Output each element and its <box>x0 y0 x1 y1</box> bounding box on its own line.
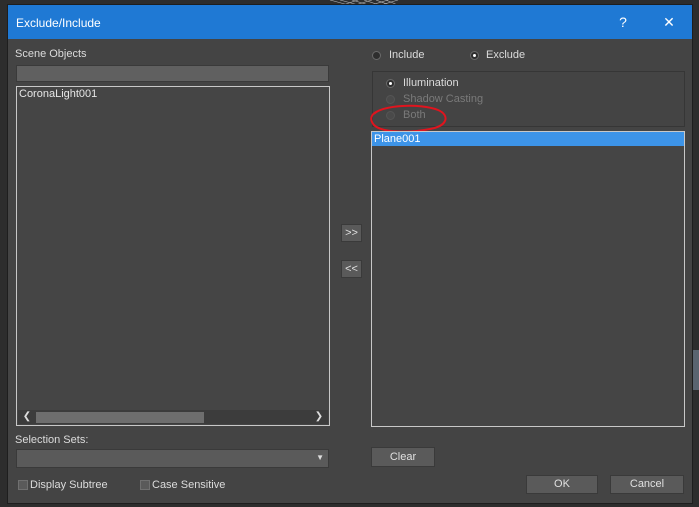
scene-objects-list[interactable]: CoronaLight001 ❮ ❯ <box>16 86 330 426</box>
dialog-title: Exclude/Include <box>16 16 101 30</box>
scene-objects-label: Scene Objects <box>15 48 87 60</box>
horizontal-scrollbar[interactable]: ❮ ❯ <box>18 410 328 424</box>
selection-sets-dropdown[interactable]: ▼ <box>16 449 329 468</box>
shadow-casting-radio[interactable] <box>386 95 395 104</box>
illumination-label: Illumination <box>403 77 459 89</box>
display-subtree-checkbox[interactable] <box>18 480 28 490</box>
display-subtree-label: Display Subtree <box>30 479 108 491</box>
title-bar[interactable]: Exclude/Include ? ✕ <box>8 5 692 39</box>
selection-sets-label: Selection Sets: <box>15 434 89 446</box>
add-to-list-button[interactable]: >> <box>341 224 362 242</box>
exclude-include-dialog: Exclude/Include ? ✕ Scene Objects Corona… <box>7 4 693 504</box>
list-item[interactable]: CoronaLight001 <box>17 87 329 101</box>
illumination-radio[interactable] <box>386 79 395 88</box>
case-sensitive-label: Case Sensitive <box>152 479 226 491</box>
help-button[interactable]: ? <box>612 11 634 33</box>
exclude-radio[interactable] <box>470 51 479 60</box>
list-item[interactable]: Plane001 <box>372 132 684 146</box>
close-button[interactable]: ✕ <box>658 11 680 33</box>
remove-from-list-button[interactable]: << <box>341 260 362 278</box>
cancel-button[interactable]: Cancel <box>610 475 684 494</box>
include-label: Include <box>389 49 425 61</box>
excluded-objects-list[interactable]: Plane001 <box>371 131 685 427</box>
exclude-label: Exclude <box>486 49 526 61</box>
scroll-left-arrow-icon[interactable]: ❮ <box>20 410 34 424</box>
clear-button[interactable]: Clear <box>371 447 435 467</box>
scene-objects-filter-input[interactable] <box>16 65 329 82</box>
case-sensitive-checkbox[interactable] <box>140 480 150 490</box>
include-radio[interactable] <box>372 51 381 60</box>
red-annotation-circle <box>370 104 447 133</box>
chevron-down-icon: ▼ <box>316 453 324 462</box>
scroll-thumb[interactable] <box>36 412 204 423</box>
scroll-right-arrow-icon[interactable]: ❯ <box>312 410 326 424</box>
ok-button[interactable]: OK <box>526 475 598 494</box>
